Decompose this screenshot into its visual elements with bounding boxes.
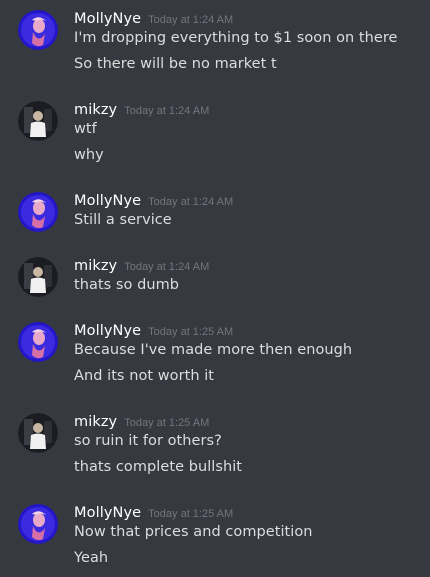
- message-text: Now that prices and competition: [74, 524, 313, 540]
- message-text: thats so dumb: [74, 277, 180, 293]
- timestamp: Today at 1:24 AM: [148, 196, 234, 208]
- message-group: mikzy Today at 1:24 AM wtf why: [0, 93, 430, 173]
- message-group: MollyNye Today at 1:24 AM I'm dropping ev…: [0, 2, 430, 88]
- molly-avatar-icon[interactable]: [18, 192, 58, 232]
- message-header: mikzy Today at 1:24 AM: [74, 255, 209, 277]
- message-header: mikzy Today at 1:25 AM: [74, 411, 209, 433]
- message-group: mikzy Today at 1:24 AM thats so dumb: [0, 249, 430, 305]
- message-header: MollyNye Today at 1:24 AM: [74, 8, 233, 30]
- username[interactable]: mikzy: [74, 102, 117, 118]
- message-header: mikzy Today at 1:24 AM: [74, 99, 209, 121]
- message-group: MollyNye Today at 1:25 AM Now that prices…: [0, 496, 430, 577]
- username[interactable]: MollyNye: [74, 323, 141, 339]
- message-text: So there will be no market t: [74, 56, 277, 72]
- message-text: And its not worth it: [74, 368, 215, 384]
- message-text: thats complete bullshit: [74, 459, 243, 475]
- timestamp: Today at 1:24 AM: [124, 105, 210, 117]
- message-text: Still a service: [74, 212, 172, 228]
- message-header: MollyNye Today at 1:25 AM: [74, 502, 233, 524]
- chat-messages: MollyNye Today at 1:24 AM I'm dropping ev…: [0, 0, 430, 577]
- message-text: so ruin it for others?: [74, 433, 222, 449]
- username[interactable]: MollyNye: [74, 505, 141, 521]
- message-header: MollyNye Today at 1:24 AM: [74, 190, 233, 212]
- molly-avatar-icon[interactable]: [18, 504, 58, 544]
- message-text: Yeah: [74, 550, 109, 566]
- message-text: why: [74, 147, 104, 163]
- timestamp: Today at 1:24 AM: [148, 14, 234, 26]
- message-text: I'm dropping everything to $1 soon on th…: [74, 30, 398, 46]
- timestamp: Today at 1:24 AM: [124, 261, 210, 273]
- timestamp: Today at 1:25 AM: [148, 326, 234, 338]
- molly-avatar-icon[interactable]: [18, 322, 58, 362]
- username[interactable]: MollyNye: [74, 11, 141, 27]
- message-group: MollyNye Today at 1:24 AM Still a service: [0, 184, 430, 240]
- mikzy-avatar-icon[interactable]: [18, 413, 58, 453]
- mikzy-avatar-icon[interactable]: [18, 257, 58, 297]
- message-text: Because I've made more then enough: [74, 342, 353, 358]
- message-group: mikzy Today at 1:25 AM so ruin it for oth…: [0, 405, 430, 491]
- timestamp: Today at 1:25 AM: [124, 417, 210, 429]
- message-header: MollyNye Today at 1:25 AM: [74, 320, 233, 342]
- molly-avatar-icon[interactable]: [18, 10, 58, 50]
- message-text: wtf: [74, 121, 97, 137]
- username[interactable]: MollyNye: [74, 193, 141, 209]
- message-group: MollyNye Today at 1:25 AM Because I've ma…: [0, 314, 430, 400]
- username[interactable]: mikzy: [74, 414, 117, 430]
- mikzy-avatar-icon[interactable]: [18, 101, 58, 141]
- timestamp: Today at 1:25 AM: [148, 508, 234, 520]
- username[interactable]: mikzy: [74, 258, 117, 274]
